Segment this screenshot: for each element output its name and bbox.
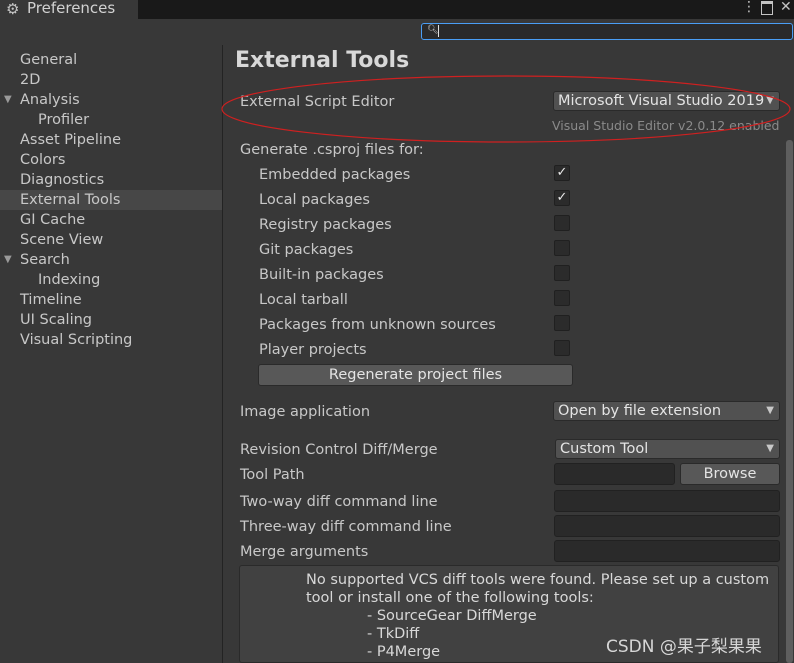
two-way-diff-field[interactable]: [554, 490, 780, 512]
unknown-sources-checkbox[interactable]: [554, 315, 570, 331]
sidebar-item-2d[interactable]: 2D: [20, 70, 40, 90]
close-icon[interactable]: ✕: [780, 0, 792, 15]
sidebar-item-indexing[interactable]: Indexing: [38, 270, 100, 290]
sidebar-item-diagnostics[interactable]: Diagnostics: [20, 170, 104, 190]
image-application-label: Image application: [240, 404, 371, 420]
kebab-icon[interactable]: ⋮: [742, 0, 756, 15]
option-label: Embedded packages: [259, 167, 411, 183]
sidebar-item-search[interactable]: Search: [20, 250, 70, 270]
help-text-line: tool or install one of the following too…: [306, 590, 594, 606]
help-tool-item: - TkDiff: [367, 626, 420, 642]
three-way-diff-field[interactable]: [554, 515, 780, 537]
sidebar-item-visual-scripting[interactable]: Visual Scripting: [20, 330, 132, 350]
option-label: Local packages: [259, 192, 370, 208]
sidebar-item-analysis[interactable]: Analysis: [20, 90, 80, 110]
sidebar-item-external-tools[interactable]: External Tools: [0, 190, 222, 210]
text-caret: [438, 25, 439, 37]
option-label: Built-in packages: [259, 267, 384, 283]
option-label: Local tarball: [259, 292, 348, 308]
sidebar-item-general[interactable]: General: [20, 50, 77, 70]
tool-path-label: Tool Path: [240, 467, 305, 483]
help-tool-item: - SourceGear DiffMerge: [367, 608, 537, 624]
vertical-scrollbar[interactable]: [786, 140, 793, 663]
option-label: Registry packages: [259, 217, 392, 233]
player-projects-checkbox[interactable]: [554, 340, 570, 356]
sidebar: General 2D ▼ Analysis Profiler Asset Pip…: [0, 45, 223, 663]
csproj-heading: Generate .csproj files for:: [240, 142, 424, 158]
option-label: Packages from unknown sources: [259, 317, 496, 333]
help-text-line: No supported VCS diff tools were found. …: [306, 572, 770, 588]
page-title: External Tools: [235, 48, 410, 73]
sidebar-item-ui-scaling[interactable]: UI Scaling: [20, 310, 92, 330]
three-way-diff-label: Three-way diff command line: [240, 519, 452, 535]
dropdown-value: Custom Tool: [560, 441, 649, 457]
watermark: CSDN @果子梨果果: [606, 637, 762, 657]
maximize-icon[interactable]: [761, 1, 773, 15]
option-label: Git packages: [259, 242, 354, 258]
sidebar-item-profiler[interactable]: Profiler: [38, 110, 89, 130]
search-icon: 🔍︎: [427, 25, 439, 35]
revision-control-label: Revision Control Diff/Merge: [240, 442, 438, 458]
sidebar-item-asset-pipeline[interactable]: Asset Pipeline: [20, 130, 121, 150]
sidebar-item-gi-cache[interactable]: GI Cache: [20, 210, 85, 230]
tab-title: Preferences: [27, 0, 116, 17]
built-in-packages-checkbox[interactable]: [554, 265, 570, 281]
editor-version-info: Visual Studio Editor v2.0.12 enabled: [552, 118, 780, 133]
expand-triangle-icon[interactable]: ▼: [4, 94, 12, 105]
merge-arguments-field[interactable]: [554, 540, 780, 562]
two-way-diff-label: Two-way diff command line: [240, 494, 438, 510]
sidebar-item-colors[interactable]: Colors: [20, 150, 65, 170]
git-packages-checkbox[interactable]: [554, 240, 570, 256]
sidebar-item-scene-view[interactable]: Scene View: [20, 230, 103, 250]
external-script-editor-dropdown[interactable]: Microsoft Visual Studio 2019 ▼: [553, 91, 780, 111]
tool-path-field[interactable]: [554, 463, 675, 485]
image-application-dropdown[interactable]: Open by file extension ▼: [553, 401, 780, 421]
dropdown-arrow-icon: ▼: [766, 405, 774, 416]
expand-triangle-icon[interactable]: ▼: [4, 254, 12, 265]
search-input[interactable]: [421, 23, 793, 40]
merge-arguments-label: Merge arguments: [240, 544, 369, 560]
local-packages-checkbox[interactable]: ✓: [554, 190, 570, 206]
local-tarball-checkbox[interactable]: [554, 290, 570, 306]
registry-packages-checkbox[interactable]: [554, 215, 570, 231]
dropdown-arrow-icon: ▼: [766, 95, 774, 106]
regenerate-project-files-button[interactable]: Regenerate project files: [258, 364, 573, 386]
gear-icon: ⚙: [6, 0, 20, 18]
help-tool-item: - P4Merge: [367, 644, 441, 660]
option-label: Player projects: [259, 342, 367, 358]
browse-button[interactable]: Browse: [680, 463, 780, 485]
revision-control-dropdown[interactable]: Custom Tool ▼: [555, 439, 780, 459]
sidebar-item-timeline[interactable]: Timeline: [20, 290, 82, 310]
dropdown-arrow-icon: ▼: [766, 443, 774, 454]
dropdown-value: Microsoft Visual Studio 2019: [558, 93, 765, 109]
dropdown-value: Open by file extension: [558, 403, 722, 419]
embedded-packages-checkbox[interactable]: ✓: [554, 165, 570, 181]
external-script-editor-label: External Script Editor: [240, 94, 395, 110]
